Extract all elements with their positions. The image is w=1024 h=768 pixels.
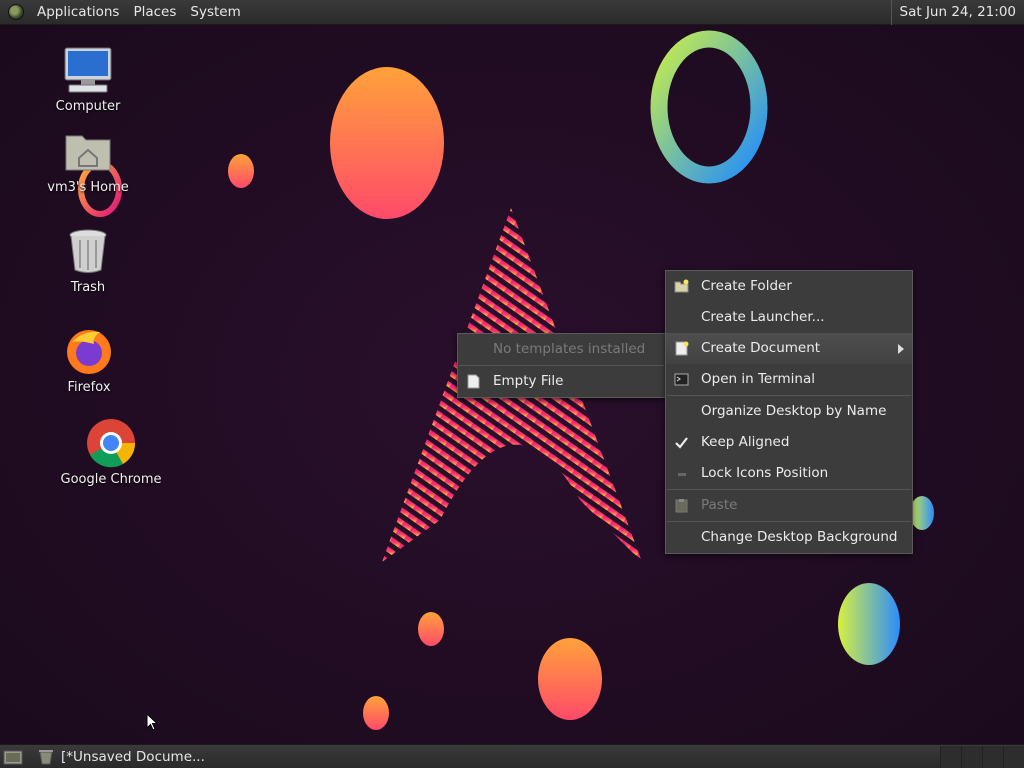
desktop-icon-firefox[interactable]: Firefox xyxy=(34,326,144,395)
paste-item: Paste xyxy=(666,490,912,521)
terminal-icon xyxy=(674,373,689,386)
system-menu[interactable]: System xyxy=(183,4,247,20)
create-document-submenu: No templates installed Empty File xyxy=(457,333,666,398)
menu-item-label: Organize Desktop by Name xyxy=(701,403,887,419)
folder-new-icon xyxy=(674,279,689,293)
menu-item-label: Keep Aligned xyxy=(701,434,790,450)
desktop-icon-chrome[interactable]: Google Chrome xyxy=(56,418,166,487)
document-icon xyxy=(467,374,480,389)
places-menu[interactable]: Places xyxy=(126,4,183,20)
workspace-switcher-4[interactable] xyxy=(1003,745,1024,768)
change-background-item[interactable]: Change Desktop Background xyxy=(666,522,912,553)
menu-item-label: Change Desktop Background xyxy=(701,529,898,545)
firefox-icon xyxy=(64,326,114,376)
desktop-icon-label: Trash xyxy=(70,280,106,295)
menu-item-label: Create Folder xyxy=(701,278,792,294)
keep-aligned-item[interactable]: Keep Aligned xyxy=(666,427,912,458)
desktop-icon-label: Google Chrome xyxy=(60,472,162,487)
submenu-arrow-icon xyxy=(898,344,904,354)
show-desktop-icon[interactable] xyxy=(3,748,25,766)
menu-item-label: Create Launcher... xyxy=(701,309,825,325)
chrome-icon xyxy=(86,418,136,468)
desktop-context-menu: Create Folder Create Launcher... Create … xyxy=(665,270,913,554)
create-launcher-item[interactable]: Create Launcher... xyxy=(666,302,912,333)
workspace-switcher-3[interactable] xyxy=(982,745,1003,768)
desktop-icon-label: vm3's Home xyxy=(47,180,129,195)
menu-item-label: Lock Icons Position xyxy=(701,465,829,481)
paste-icon xyxy=(675,499,688,513)
workspace-switcher-2[interactable] xyxy=(961,745,982,768)
home-folder-icon xyxy=(63,126,113,176)
desktop-icon-trash[interactable]: Trash xyxy=(33,226,143,295)
check-icon xyxy=(675,437,688,449)
menu-item-label: Empty File xyxy=(493,373,564,389)
top-panel: Applications Places System Sat Jun 24, 2… xyxy=(0,0,1024,25)
empty-file-item[interactable]: Empty File xyxy=(458,366,665,397)
bottom-panel: [*Unsaved Docume... xyxy=(0,744,1024,768)
lock-icons-position-item[interactable]: Lock Icons Position xyxy=(666,458,912,489)
clock[interactable]: Sat Jun 24, 21:00 xyxy=(890,0,1022,25)
menu-item-label: No templates installed xyxy=(493,341,646,357)
lock-icon xyxy=(678,473,686,476)
create-folder-item[interactable]: Create Folder xyxy=(666,271,912,302)
menu-item-label: Create Document xyxy=(701,340,821,356)
desktop-icon-label: Firefox xyxy=(67,380,111,395)
trash-applet-icon[interactable] xyxy=(37,748,55,766)
no-templates-item: No templates installed xyxy=(458,334,665,365)
document-new-icon xyxy=(675,341,689,356)
desktop-icon-computer[interactable]: Computer xyxy=(33,45,143,114)
create-document-item[interactable]: Create Document xyxy=(666,333,912,364)
menu-item-label: Open in Terminal xyxy=(701,371,815,387)
trash-icon xyxy=(63,226,113,276)
desktop-icon-home[interactable]: vm3's Home xyxy=(33,126,143,195)
distro-logo-icon[interactable] xyxy=(8,4,24,20)
applications-menu[interactable]: Applications xyxy=(30,4,126,20)
workspace-switcher-1[interactable] xyxy=(940,745,961,768)
open-in-terminal-item[interactable]: Open in Terminal xyxy=(666,364,912,395)
mouse-cursor-icon xyxy=(146,713,158,731)
desktop-icon-label: Computer xyxy=(55,99,121,114)
menu-item-label: Paste xyxy=(701,497,738,513)
taskbar-window-button[interactable]: [*Unsaved Docume... xyxy=(55,749,205,765)
computer-icon xyxy=(63,45,113,95)
organize-desktop-item[interactable]: Organize Desktop by Name xyxy=(666,396,912,427)
